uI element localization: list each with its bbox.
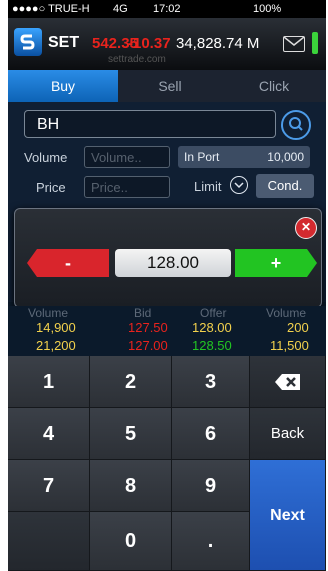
in-port-box: In Port 10,000 (178, 146, 310, 168)
app-logo-icon[interactable] (14, 28, 42, 56)
increase-price-button[interactable]: + (235, 249, 317, 277)
minus-label: - (65, 253, 71, 273)
book-offer-price[interactable]: 128.00 (192, 320, 232, 335)
volume-field[interactable]: Volume.. (84, 146, 170, 168)
sub-url: settrade.com (108, 54, 166, 65)
cond-button[interactable]: Cond. (256, 174, 314, 198)
order-book: Volume Bid Offer Volume 14,900 127.50 12… (8, 306, 326, 354)
key-1[interactable]: 1 (8, 356, 90, 408)
battery-label: 100% (253, 3, 282, 15)
key-9[interactable]: 9 (172, 460, 250, 512)
key-8[interactable]: 8 (90, 460, 172, 512)
book-offer-volume: 200 (287, 320, 309, 335)
key-0[interactable]: 0 (90, 512, 172, 571)
back-button[interactable]: Back (250, 408, 326, 460)
carrier-label: ●●●●○ TRUE-H (12, 3, 90, 15)
book-bid-volume: 21,200 (36, 338, 76, 353)
volume-label: Volume (24, 150, 68, 165)
price-stepper-dialog: ✕ - 128.00 + (14, 208, 322, 308)
plus-label: + (270, 253, 282, 273)
backspace-key[interactable] (250, 356, 326, 408)
key-3[interactable]: 3 (172, 356, 250, 408)
search-icon[interactable] (281, 110, 311, 140)
clock: 17:02 (153, 3, 181, 15)
book-offer-volume: 11,500 (270, 338, 309, 353)
decrease-price-button[interactable]: - (27, 249, 109, 277)
index-delta: -10.37 (128, 35, 171, 52)
key-2[interactable]: 2 (90, 356, 172, 408)
network-label: 4G (113, 3, 128, 15)
app-header: SET 542.35 -10.37 34,828.74 M settrade.c… (8, 18, 326, 70)
index-value: 34,828.74 M (176, 35, 260, 52)
book-bid-price[interactable]: 127.00 (128, 338, 168, 353)
price-label: Price (36, 180, 66, 195)
limit-label: Limit (194, 179, 222, 194)
book-bid-volume: 14,900 (36, 320, 76, 335)
key-6[interactable]: 6 (172, 408, 250, 460)
tab-click[interactable]: Click (222, 70, 326, 102)
tab-sell[interactable]: Sell (118, 70, 222, 102)
key-7[interactable]: 7 (8, 460, 90, 512)
phone-screen: ●●●●○ TRUE-H 4G 17:02 100% SET 542.35 -1… (8, 0, 326, 571)
battery-indicator-icon (312, 32, 318, 54)
close-icon[interactable]: ✕ (295, 217, 317, 239)
book-header-bid-volume: Volume (28, 306, 69, 320)
price-value-display: 128.00 (115, 249, 231, 277)
book-bid-price[interactable]: 127.50 (128, 320, 168, 335)
status-bar: ●●●●○ TRUE-H 4G 17:02 100% (8, 0, 326, 18)
in-port-value: 10,000 (267, 150, 304, 164)
mail-icon[interactable] (283, 36, 305, 52)
key-5[interactable]: 5 (90, 408, 172, 460)
book-offer-price[interactable]: 128.50 (192, 338, 232, 353)
brand-label: SET (48, 34, 80, 51)
book-header-bid: Bid (134, 306, 152, 320)
book-header-offer: Offer (200, 306, 227, 320)
next-button[interactable]: Next (250, 460, 326, 571)
tab-buy[interactable]: Buy (8, 70, 118, 102)
price-field[interactable]: Price.. (84, 176, 170, 198)
numeric-keypad: 1 2 3 4 5 6 Back 7 8 9 Next 0 . (8, 356, 326, 571)
key-blank (8, 512, 90, 571)
key-decimal[interactable]: . (172, 512, 250, 571)
key-4[interactable]: 4 (8, 408, 90, 460)
in-port-label: In Port (184, 150, 220, 164)
book-header-offer-volume: Volume (266, 306, 307, 320)
order-tabs: Buy Sell Click (8, 70, 326, 102)
symbol-input[interactable]: BH (24, 110, 276, 138)
chevron-down-icon[interactable] (230, 176, 248, 194)
